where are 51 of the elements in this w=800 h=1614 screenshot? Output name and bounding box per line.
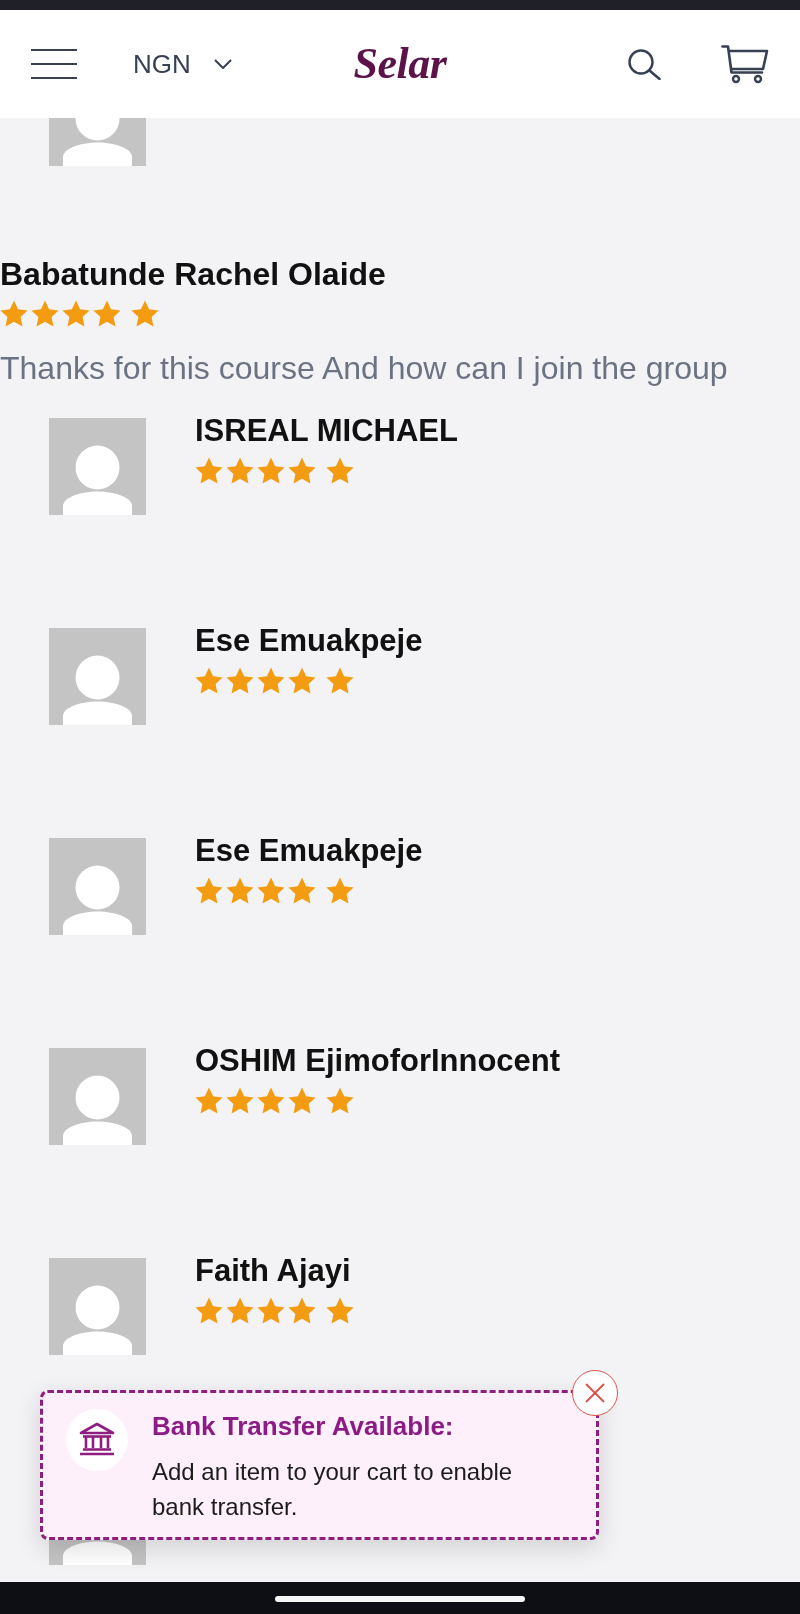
star-icon	[62, 300, 90, 327]
menu-button[interactable]	[31, 49, 77, 79]
star-icon	[226, 667, 254, 694]
currency-selector[interactable]: NGN	[133, 49, 232, 79]
close-button[interactable]	[572, 1370, 618, 1416]
reviewer-name: Ese Emuakpeje	[195, 835, 423, 866]
star-icon	[226, 457, 254, 484]
chevron-down-icon	[213, 59, 232, 69]
star-icon	[326, 1087, 354, 1114]
menu-icon	[31, 49, 77, 79]
star-icon	[257, 1297, 285, 1324]
star-icon	[195, 877, 223, 904]
star-icon	[31, 300, 59, 327]
star-icon	[288, 877, 316, 904]
cart-button[interactable]	[721, 44, 769, 84]
bank-icon	[66, 1409, 128, 1471]
reviewer-name: Faith Ajayi	[195, 1255, 351, 1286]
reviewer-name: Babatunde Rachel Olaide	[0, 255, 387, 293]
close-icon	[585, 1383, 605, 1403]
star-icon	[326, 1297, 354, 1324]
toast-message: Add an item to your cart to enable bank transfer.	[152, 1457, 514, 1522]
star-icon	[326, 877, 354, 904]
star-icon	[257, 1087, 285, 1114]
star-icon	[257, 667, 285, 694]
star-icon	[288, 1297, 316, 1324]
star-icon	[93, 300, 121, 327]
search-icon	[628, 48, 661, 80]
star-icon	[326, 667, 354, 694]
star-icon	[195, 457, 223, 484]
logo[interactable]: Selar	[353, 40, 447, 88]
star-icon	[226, 1297, 254, 1324]
star-icon	[0, 300, 28, 327]
star-icon	[288, 457, 316, 484]
star-icon	[257, 457, 285, 484]
star-icon	[195, 1087, 223, 1114]
reviewer-name: OSHIM EjimoforInnocent	[195, 1045, 561, 1076]
star-icon	[326, 457, 354, 484]
star-icon	[195, 1297, 223, 1324]
review-text: Thanks for this course And how can I join the group	[0, 349, 729, 388]
search-button[interactable]	[628, 48, 661, 80]
star-icon	[195, 667, 223, 694]
star-icon	[288, 1087, 316, 1114]
star-icon	[226, 877, 254, 904]
star-icon	[226, 1087, 254, 1114]
star-icon	[288, 667, 316, 694]
cart-icon	[721, 44, 769, 84]
reviewer-name: Ese Emuakpeje	[195, 625, 423, 656]
star-icon	[131, 300, 159, 327]
star-icon	[257, 877, 285, 904]
reviewer-name: ISREAL MICHAEL	[195, 415, 458, 446]
toast-title: Bank Transfer Available:	[152, 1410, 454, 1442]
